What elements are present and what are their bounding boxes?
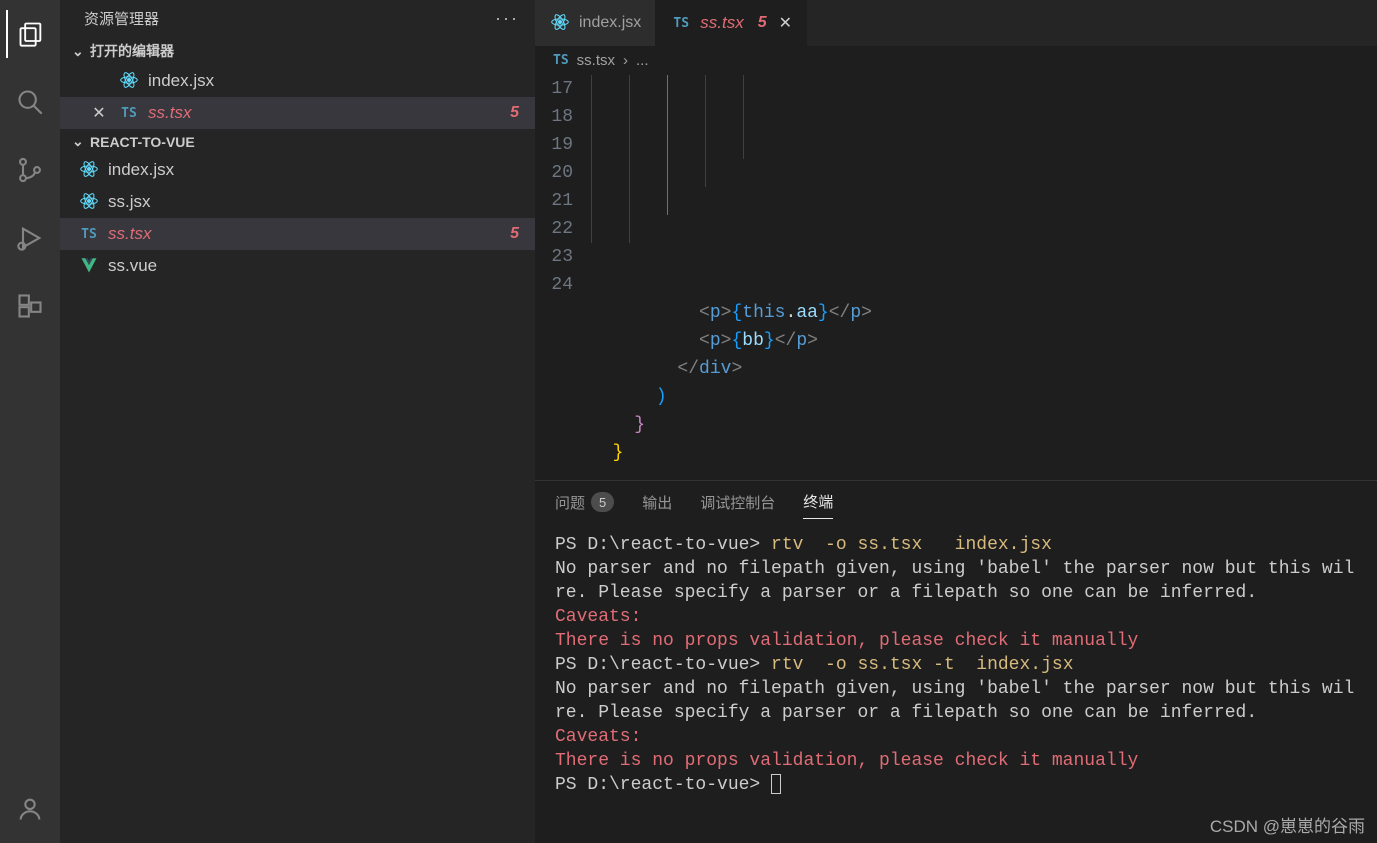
search-icon[interactable] xyxy=(6,78,54,126)
tab-output[interactable]: 输出 xyxy=(642,491,672,519)
close-icon[interactable]: ✕ xyxy=(88,103,110,123)
open-editors-label: 打开的编辑器 xyxy=(90,41,174,61)
file-name: index.jsx xyxy=(108,160,535,180)
panel-tabs: 问题 5 输出 调试控制台 终端 xyxy=(535,481,1377,525)
chevron-down-icon: ⌄ xyxy=(72,133,90,150)
error-badge: 5 xyxy=(758,14,767,32)
file-name: ss.jsx xyxy=(108,192,535,212)
terminal-output[interactable]: PS D:\react-to-vue> rtv -o ss.tsx index.… xyxy=(535,525,1377,843)
open-editor-item[interactable]: ✕index.jsx xyxy=(60,65,535,97)
tab-debug-console[interactable]: 调试控制台 xyxy=(700,491,775,519)
explorer-sidebar: 资源管理器 ··· ⌄ 打开的编辑器 ✕index.jsx✕TSss.tsx5 … xyxy=(60,0,535,843)
chevron-right-icon: › xyxy=(623,52,628,69)
explorer-title: 资源管理器 xyxy=(84,8,159,29)
chevron-down-icon: ⌄ xyxy=(72,43,90,60)
vue-icon xyxy=(78,256,100,277)
error-badge: 5 xyxy=(510,104,535,122)
tab-label: index.jsx xyxy=(579,14,641,32)
file-item[interactable]: index.jsx xyxy=(60,154,535,186)
tab-terminal[interactable]: 终端 xyxy=(803,491,833,519)
bottom-panel: 问题 5 输出 调试控制台 终端 PS D:\react-to-vue> rtv… xyxy=(535,480,1377,843)
file-item[interactable]: ss.vue xyxy=(60,250,535,282)
ts-icon: TS xyxy=(553,53,569,68)
editor-main: index.jsx TS ss.tsx 5 ✕ TS ss.tsx › ... 1718… xyxy=(535,0,1377,843)
ts-icon: TS xyxy=(78,227,100,242)
react-icon xyxy=(118,71,140,92)
file-name: ss.tsx xyxy=(108,224,502,244)
accounts-icon[interactable] xyxy=(6,785,54,833)
file-item[interactable]: ss.jsx xyxy=(60,186,535,218)
react-icon xyxy=(78,160,100,181)
tab-label: ss.tsx xyxy=(700,13,743,33)
file-name: index.jsx xyxy=(148,71,535,91)
tab-problems[interactable]: 问题 5 xyxy=(555,491,614,519)
breadcrumb[interactable]: TS ss.tsx › ... xyxy=(535,46,1377,75)
explorer-icon[interactable] xyxy=(6,10,54,58)
editor-tab[interactable]: index.jsx xyxy=(535,0,656,46)
editor-tab[interactable]: TS ss.tsx 5 ✕ xyxy=(656,0,807,46)
watermark: CSDN @崽崽的谷雨 xyxy=(1210,812,1365,837)
open-editor-item[interactable]: ✕ TS ss.tsx 5 xyxy=(60,97,535,129)
react-icon xyxy=(549,13,571,34)
code-editor[interactable]: 1718192021222324 <p>{this.aa}</p> <p>{bb… xyxy=(535,75,1377,480)
file-name: ss.vue xyxy=(108,256,535,276)
run-debug-icon[interactable] xyxy=(6,214,54,262)
explorer-more-icon[interactable]: ··· xyxy=(495,8,519,29)
file-name: ss.tsx xyxy=(148,103,502,123)
error-badge: 5 xyxy=(510,225,535,243)
close-icon[interactable]: ✕ xyxy=(779,13,792,33)
extensions-icon[interactable] xyxy=(6,282,54,330)
problems-label: 问题 xyxy=(555,492,585,513)
open-editors-header[interactable]: ⌄ 打开的编辑器 xyxy=(60,37,535,65)
editor-tabs: index.jsx TS ss.tsx 5 ✕ xyxy=(535,0,1377,46)
breadcrumb-file: ss.tsx xyxy=(577,52,615,69)
file-item[interactable]: TS ss.tsx 5 xyxy=(60,218,535,250)
breadcrumb-rest: ... xyxy=(636,52,649,69)
source-control-icon[interactable] xyxy=(6,146,54,194)
react-icon xyxy=(78,192,100,213)
project-header[interactable]: ⌄ REACT-TO-VUE xyxy=(60,129,535,154)
problems-count-badge: 5 xyxy=(591,492,614,512)
ts-icon: TS xyxy=(670,16,692,31)
activity-bar xyxy=(0,0,60,843)
project-label: REACT-TO-VUE xyxy=(90,134,195,150)
ts-icon: TS xyxy=(118,106,140,121)
